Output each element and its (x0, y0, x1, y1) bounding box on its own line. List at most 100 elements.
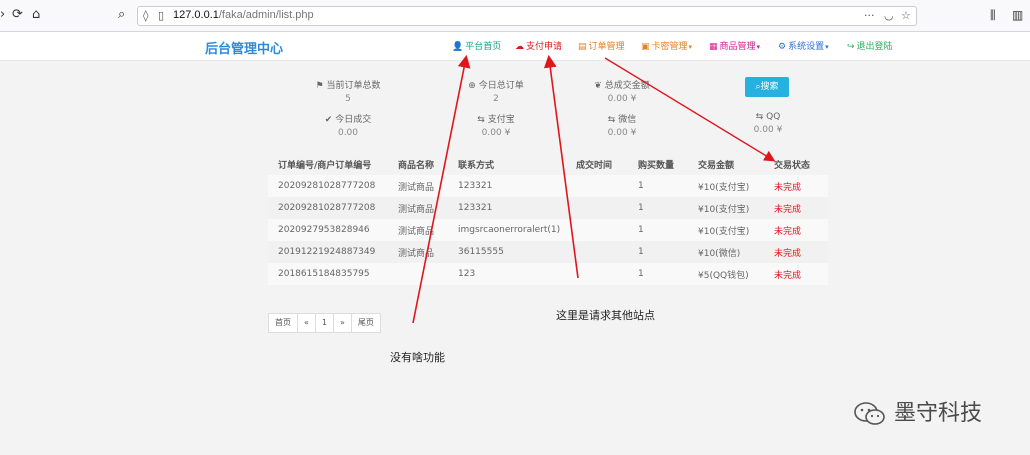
cell-contact: 123321 (458, 203, 493, 213)
retweet-icon: ⇆ (477, 115, 485, 125)
stat-label: 今日总订单 (478, 81, 524, 91)
cell-amount: ¥10(微信) (698, 248, 741, 259)
table-row[interactable]: 2018615184835795 123 1 ¥5(QQ钱包) 未完成 (268, 263, 828, 285)
stat-value: 0.00 ¥ (753, 125, 783, 135)
nav-orders-label: 订单管理 (588, 42, 625, 52)
pagination: 首页 « 1 » 尾页 (268, 313, 381, 333)
cell-quantity: 1 (638, 269, 644, 279)
orders-table: 订单编号/商户订单编号 商品名称 联系方式 成交时间 购买数量 交易金额 交易状… (268, 153, 828, 285)
cell-deal-time (566, 241, 628, 263)
col-product: 商品名称 (398, 160, 435, 171)
nav-cards[interactable]: ▣ 卡密管理▾ (641, 39, 692, 52)
page-number[interactable]: 1 (314, 313, 334, 333)
cell-product: 测试商品 (398, 226, 435, 237)
table-row[interactable]: 20191221924887349 测试商品 36115555 1 ¥10(微信… (268, 241, 828, 263)
cell-contact: 36115555 (458, 247, 504, 257)
note-no-function: 没有啥功能 (390, 351, 445, 364)
search-button[interactable]: ⌕搜索 (745, 77, 789, 97)
stat-label: 微信 (618, 115, 637, 125)
stat-label: 当前订单总数 (326, 81, 381, 91)
stat-label: QQ (766, 112, 781, 122)
library-icon[interactable]: ⫼ (990, 8, 996, 23)
nav-products[interactable]: ▦ 商品管理▾ (709, 39, 760, 52)
forward-icon[interactable]: › (0, 7, 5, 23)
col-quantity: 购买数量 (638, 160, 675, 171)
table-row[interactable]: 20209281028777208 测试商品 123321 1 ¥10(支付宝)… (268, 197, 828, 219)
sidebar-icon[interactable]: ▥ (1012, 8, 1023, 22)
more-icon[interactable]: ··· (864, 9, 875, 22)
star-icon[interactable]: ☆ (901, 9, 911, 22)
address-bar[interactable]: ◊ ▯ 127.0.0.1/faka/admin/list.php ··· ◡ … (137, 6, 917, 26)
cell-contact: imgsrcaonerroralert(1) (458, 225, 561, 235)
page-next[interactable]: » (333, 313, 352, 333)
pocket-icon[interactable]: ◡ (884, 9, 894, 22)
nav-settings-label: 系统设置 (788, 42, 825, 52)
reload-icon[interactable]: ⟳ (12, 7, 23, 23)
home-icon[interactable]: ⌂ (32, 7, 40, 23)
cell-status: 未完成 (774, 248, 802, 259)
page-prev[interactable]: « (297, 313, 316, 333)
stat-value: 5 (345, 94, 351, 104)
table-row[interactable]: 20209281028777208 测试商品 123321 1 ¥10(支付宝)… (268, 175, 828, 197)
col-amount: 交易金额 (698, 160, 735, 171)
brand-title[interactable]: 后台管理中心 (205, 38, 283, 57)
cell-status: 未完成 (774, 204, 802, 215)
cell-deal-time (566, 197, 628, 219)
stat-total-amount: ❦ 总成交金额 0.00 ¥ (552, 78, 692, 104)
nav-payment-apply[interactable]: ☁ 支付申请 (515, 39, 562, 52)
cell-deal-time (566, 263, 628, 285)
watermark-text: 墨守科技 (894, 401, 983, 426)
search-icon[interactable]: ⌕ (118, 7, 125, 23)
gear-icon: ⚙ (778, 42, 787, 52)
retweet-icon: ⇆ (755, 112, 764, 122)
page-icon: ▯ (158, 9, 165, 22)
url-path: /faka/admin/list.php (218, 9, 314, 21)
nav-settings[interactable]: ⚙ 系统设置▾ (778, 39, 829, 52)
retweet-icon: ⇆ (607, 115, 616, 125)
cell-deal-time (566, 175, 628, 197)
nav-cards-label: 卡密管理 (651, 42, 688, 52)
user-icon: 👤 (452, 42, 464, 52)
cell-product: 测试商品 (398, 248, 435, 259)
stat-label: 支付宝 (487, 115, 515, 125)
cell-status: 未完成 (774, 270, 802, 281)
stat-value: 0.00 ¥ (481, 128, 511, 138)
chevron-down-icon: ▾ (688, 43, 693, 51)
cell-amount: ¥10(支付宝) (698, 182, 750, 193)
table-row[interactable]: 2020927953828946 测试商品 imgsrcaonerroraler… (268, 219, 828, 241)
chevron-down-icon: ▾ (825, 43, 829, 51)
stat-today-orders: ⊕ 今日总订单 2 (426, 78, 566, 104)
cell-product: 测试商品 (398, 182, 435, 193)
nav-products-label: 商品管理 (719, 42, 756, 52)
nav-orders[interactable]: ▤ 订单管理 (578, 39, 625, 52)
page-first[interactable]: 首页 (268, 313, 298, 333)
grid-icon: ▦ (709, 42, 718, 52)
cell-contact: 123 (458, 269, 476, 279)
url-text[interactable]: 127.0.0.1/faka/admin/list.php (173, 9, 314, 21)
stat-total-orders: ⚑ 当前订单总数 5 (278, 78, 418, 104)
cell-amount: ¥10(支付宝) (698, 204, 750, 215)
shield-icon[interactable]: ◊ (143, 9, 148, 22)
app-header: 后台管理中心 👤 平台首页 ☁ 支付申请 ▤ 订单管理 ▣ 卡密管理▾ ▦ 商品管理▾ ⚙… (0, 32, 1030, 61)
stat-wechat: ⇆ 微信 0.00 ¥ (552, 112, 692, 138)
list-icon: ▤ (578, 42, 587, 52)
cloud-icon: ☁ (515, 42, 524, 52)
stat-alipay: ⇆ 支付宝 0.00 ¥ (426, 112, 566, 138)
stat-value: 2 (493, 94, 499, 104)
page-last[interactable]: 尾页 (350, 313, 381, 333)
cell-quantity: 1 (638, 247, 644, 257)
logout-icon: ↪ (847, 42, 855, 52)
col-contact: 联系方式 (458, 160, 495, 171)
chevron-down-icon: ▾ (756, 43, 761, 51)
leaf-icon: ❦ (594, 81, 602, 91)
nav-logout[interactable]: ↪ 退出登陆 (847, 39, 893, 52)
note-other-site: 这里是请求其他站点 (556, 309, 655, 322)
cell-status: 未完成 (774, 226, 802, 237)
cell-quantity: 1 (638, 203, 644, 213)
stats-panel: ⚑ 当前订单总数 5 ⊕ 今日总订单 2 ❦ 总成交金额 0.00 ¥ ✔ 今日… (268, 70, 828, 150)
col-order-id: 订单编号/商户订单编号 (278, 160, 372, 171)
stat-value: 0.00 ¥ (607, 94, 637, 104)
nav-logout-label: 退出登陆 (856, 42, 893, 52)
nav-home[interactable]: 👤 平台首页 (452, 39, 501, 52)
nav-payment-apply-label: 支付申请 (526, 42, 563, 52)
